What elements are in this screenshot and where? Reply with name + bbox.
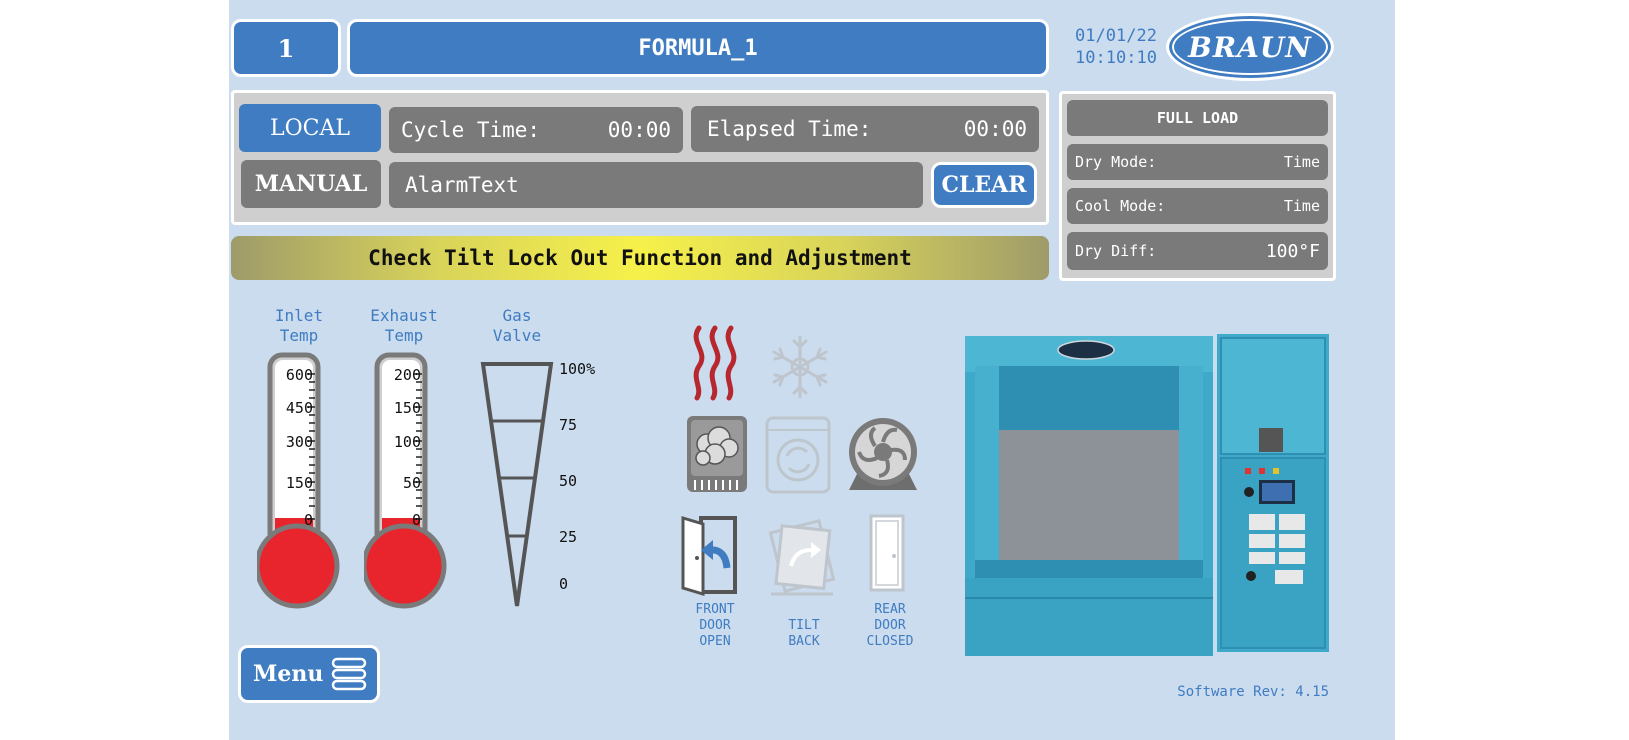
elapsed-time-label: Elapsed Time: [707,117,872,141]
dry-mode-label: Dry Mode: [1075,153,1157,171]
dryer-steam-icon [687,416,747,492]
exhaust-label-line2: Temp [384,326,424,345]
elapsed-time-value: 00:00 [963,117,1027,141]
inlet-tick-450: 450 [285,399,313,417]
inlet-label-line1: Inlet [274,306,324,325]
dry-mode-row: Dry Mode: Time [1067,144,1328,180]
gas-valve-gauge [480,362,554,607]
dry-diff-label: Dry Diff: [1075,242,1157,260]
station-number-button[interactable]: 1 [231,19,341,77]
tilt-back-icon [768,519,836,596]
time-display: 10:10:10 [1075,48,1157,68]
inlet-label-line2: Temp [279,326,319,345]
cycle-time-value: 00:00 [607,118,671,142]
manual-mode-button[interactable]: MANUAL [241,160,381,208]
gas-tick-75: 75 [559,416,578,434]
fan-icon [849,418,917,490]
tumble-icon [765,416,831,494]
front-door-line1: FRONT [695,602,735,617]
exhaust-tick-0: 0 [411,511,421,529]
gas-label-line1: Gas [502,306,532,325]
gas-tick-0: 0 [559,575,569,593]
dry-diff-value: 100°F [1265,240,1320,262]
tilt-line1: TILT [788,618,820,633]
menu-button[interactable]: Menu [238,645,380,703]
logo-text: BRAUN [1188,30,1312,64]
rear-door-line1: REAR [874,602,906,617]
exhaust-tick-150: 150 [393,399,421,417]
tilt-line2: BACK [788,634,820,649]
message-banner: Check Tilt Lock Out Function and Adjustm… [231,236,1049,280]
rear-door-line2: DOOR [874,618,906,633]
front-door-line3: OPEN [699,634,731,649]
gas-valve-label: Gas Valve [477,306,557,346]
dryer-machine-image [965,334,1329,656]
gas-label-line2: Valve [492,326,542,345]
hmi-panel: 1 FORMULA_1 01/01/22 10:10:10 BRAUN LOCA… [229,0,1395,740]
rear-door-closed-icon [869,514,905,592]
exhaust-tick-100: 100 [393,433,421,451]
cycle-time-box: Cycle Time: 00:00 [389,107,683,153]
exhaust-label-line1: Exhaust [370,306,438,325]
date-display: 01/01/22 [1075,26,1157,46]
inlet-tick-300: 300 [285,433,313,451]
snowflake-icon [772,335,828,399]
front-door-open-icon [681,515,737,596]
front-door-status-label: FRONT DOOR OPEN [669,602,761,650]
heat-icon [693,325,737,401]
front-door-line2: DOOR [699,618,731,633]
local-mode-button[interactable]: LOCAL [239,104,381,152]
elapsed-time-box: Elapsed Time: 00:00 [691,106,1039,152]
hamburger-icon [331,656,367,692]
cool-mode-row: Cool Mode: Time [1067,188,1328,224]
cool-mode-value: Time [1283,197,1320,215]
software-revision: Software Rev: 4.15 [1177,684,1329,700]
formula-name-button[interactable]: FORMULA_1 [347,19,1049,77]
dry-mode-value: Time [1283,153,1320,171]
exhaust-tick-200: 200 [393,366,421,384]
inlet-tick-0: 0 [303,511,313,529]
inlet-tick-150: 150 [285,474,313,492]
exhaust-tick-50: 50 [402,474,421,492]
braun-logo: BRAUN [1166,13,1334,81]
gas-tick-50: 50 [559,472,578,490]
rear-door-status-label: REAR DOOR CLOSED [845,602,935,650]
full-load-title: FULL LOAD [1067,100,1328,136]
rear-door-line3: CLOSED [866,634,914,649]
gas-tick-25: 25 [559,528,578,546]
cool-mode-label: Cool Mode: [1075,197,1166,215]
alarm-text-box: AlarmText [389,162,923,208]
gas-tick-100: 100% [559,360,596,378]
tilt-back-status-label: TILT BACK [759,618,849,650]
exhaust-temp-label: Exhaust Temp [359,306,449,346]
clear-button[interactable]: CLEAR [931,162,1037,208]
inlet-temp-label: Inlet Temp [259,306,339,346]
inlet-tick-600: 600 [285,366,313,384]
menu-label: Menu [253,661,324,687]
dry-diff-row: Dry Diff: 100°F [1067,232,1328,270]
cycle-time-label: Cycle Time: [401,118,541,142]
